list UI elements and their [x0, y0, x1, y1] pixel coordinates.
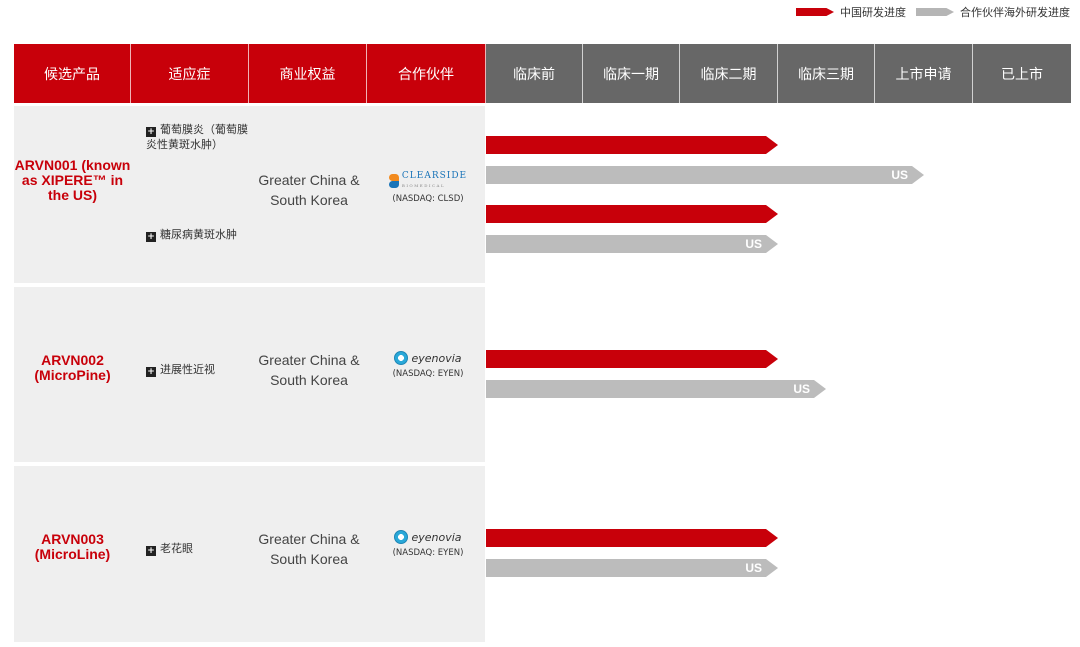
header-phase3: 临床三期: [778, 44, 875, 103]
pipeline-header: 候选产品 适应症 商业权益 合作伙伴 临床前 临床一期 临床二期 临床三期 上市…: [14, 44, 1071, 103]
partner-ticker: (NASDAQ: EYEN): [392, 369, 464, 379]
product-name: ARVN002 (MicroPine): [34, 352, 111, 383]
legend-item-china: 中国研发进度: [796, 4, 906, 20]
eyenovia-logo-text: eyenovia: [411, 351, 462, 365]
header-nda: 上市申请: [875, 44, 973, 103]
eyenovia-logo-icon: [394, 530, 409, 544]
header-marketed: 已上市: [973, 44, 1071, 103]
progress-bar-china: [486, 529, 778, 547]
header-partner: 合作伙伴: [367, 44, 486, 103]
legend-label-china: 中国研发进度: [840, 6, 906, 19]
clearside-logo: CLEARSIDE BIOMEDICAL: [369, 172, 487, 190]
red-arrow-icon: [796, 8, 834, 16]
eyenovia-logo: eyenovia: [369, 351, 487, 365]
partner-eyenovia: eyenovia (NASDAQ: EYEN): [369, 530, 487, 558]
plus-icon: +: [146, 546, 156, 556]
clearside-logo-subtext: BIOMEDICAL: [401, 183, 446, 188]
progress-bar-partner: US: [486, 380, 826, 398]
header-indication: 适应症: [131, 44, 249, 103]
region-label: US: [793, 382, 810, 396]
commercial-rights: Greater China & South Korea: [258, 172, 360, 208]
eyenovia-logo: eyenovia: [369, 530, 487, 544]
header-phase2: 临床二期: [680, 44, 778, 103]
clearside-logo-icon: [388, 174, 399, 188]
product-name: ARVN003 (MicroLine): [34, 531, 111, 562]
legend-item-partner: 合作伙伴海外研发进度: [916, 4, 1070, 20]
indication-label: 葡萄膜炎（葡萄膜炎性黄斑水肿）: [146, 123, 248, 151]
progress-bar-partner: US: [486, 235, 778, 253]
partner-ticker: (NASDAQ: CLSD): [392, 194, 464, 204]
product-row-arvn003: ARVN003 (MicroLine) + 老花眼 Greater China &…: [14, 466, 1071, 642]
indication-label: 糖尿病黄斑水肿: [160, 228, 237, 241]
header-preclinical: 临床前: [486, 44, 583, 103]
header-phase1: 临床一期: [583, 44, 680, 103]
region-label: US: [745, 237, 762, 251]
partner-eyenovia: eyenovia (NASDAQ: EYEN): [369, 351, 487, 379]
plus-icon: +: [146, 232, 156, 242]
region-label: US: [891, 168, 908, 182]
eyenovia-logo-text: eyenovia: [411, 530, 462, 544]
header-rights: 商业权益: [249, 44, 367, 103]
progress-bar-china: [486, 205, 778, 223]
indication-item: + 进展性近视: [146, 362, 256, 377]
header-candidate: 候选产品: [14, 44, 131, 103]
commercial-rights: Greater China & South Korea: [258, 531, 360, 567]
indication-item: + 葡萄膜炎（葡萄膜炎性黄斑水肿）: [146, 122, 256, 152]
eyenovia-logo-icon: [394, 351, 409, 365]
indication-label: 老花眼: [160, 542, 193, 555]
plus-icon: +: [146, 127, 156, 137]
progress-bar-china: [486, 136, 778, 154]
product-name: ARVN001 (known as XIPERE™ in the US): [14, 157, 131, 203]
legend-label-partner: 合作伙伴海外研发进度: [960, 6, 1070, 19]
progress-bar-china: [486, 350, 778, 368]
product-row-arvn001: ARVN001 (known as XIPERE™ in the US) + 葡萄…: [14, 106, 1071, 283]
partner-ticker: (NASDAQ: EYEN): [392, 548, 464, 558]
progress-bar-partner: US: [486, 559, 778, 577]
commercial-rights: Greater China & South Korea: [258, 352, 360, 388]
indication-item: + 糖尿病黄斑水肿: [146, 227, 256, 242]
plus-icon: +: [146, 367, 156, 377]
gray-arrow-icon: [916, 8, 954, 16]
partner-clearside: CLEARSIDE BIOMEDICAL (NASDAQ: CLSD): [369, 172, 487, 204]
clearside-logo-text: CLEARSIDE: [401, 171, 468, 181]
indication-label: 进展性近视: [160, 363, 215, 376]
product-row-arvn002: ARVN002 (MicroPine) + 进展性近视 Greater China…: [14, 287, 1071, 462]
legend: 中国研发进度 合作伙伴海外研发进度: [786, 4, 1070, 20]
indication-item: + 老花眼: [146, 541, 256, 556]
progress-bar-partner: US: [486, 166, 924, 184]
region-label: US: [745, 561, 762, 575]
